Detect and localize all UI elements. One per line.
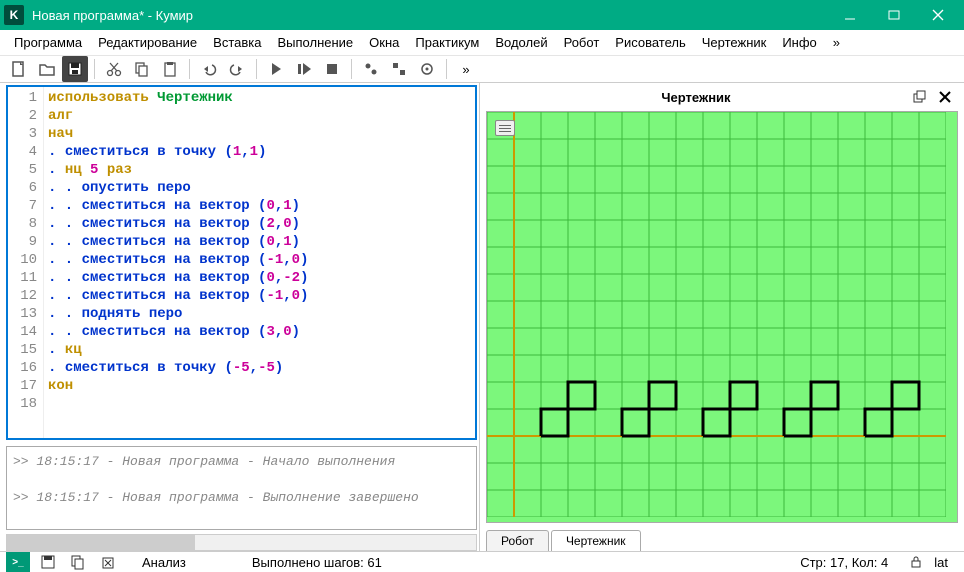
drawing-canvas[interactable] [487, 112, 957, 522]
step-icon[interactable] [291, 56, 317, 82]
canvas-menu-icon[interactable] [495, 120, 515, 136]
save-file-icon[interactable] [62, 56, 88, 82]
horizontal-scrollbar[interactable] [6, 534, 477, 551]
menu-item-5[interactable]: Практикум [407, 30, 487, 56]
actor2-icon[interactable] [386, 56, 412, 82]
menu-item-4[interactable]: Окна [361, 30, 407, 56]
console-output[interactable]: >> 18:15:17 - Новая программа - Начало в… [6, 446, 477, 530]
actor1-icon[interactable] [358, 56, 384, 82]
status-lock-icon[interactable] [904, 552, 928, 572]
status-bar: >_ Анализ Выполнено шагов: 61 Стр: 17, К… [0, 551, 964, 572]
title-bar: K Новая программа* - Кумир [0, 0, 964, 30]
undo-icon[interactable] [196, 56, 222, 82]
app-icon: K [4, 5, 24, 25]
code-editor[interactable]: 123456789101112131415161718 использовать… [6, 85, 477, 440]
menu-item-0[interactable]: Программа [6, 30, 90, 56]
status-steps: Выполнено шагов: 61 [252, 555, 382, 570]
open-file-icon[interactable] [34, 56, 60, 82]
panel-detach-icon[interactable] [908, 86, 930, 108]
status-copy-icon[interactable] [66, 552, 90, 572]
menu-bar: ПрограммаРедактированиеВставкаВыполнение… [0, 30, 964, 56]
menu-item-1[interactable]: Редактирование [90, 30, 205, 56]
menu-item-7[interactable]: Робот [556, 30, 608, 56]
panel-title: Чертежник [488, 90, 904, 105]
status-save-icon[interactable] [36, 552, 60, 572]
run-icon[interactable] [263, 56, 289, 82]
status-layout: lat [934, 555, 948, 570]
main-area: 123456789101112131415161718 использовать… [0, 83, 964, 551]
menu-item-8[interactable]: Рисователь [607, 30, 693, 56]
drawing-canvas-wrap [486, 111, 958, 523]
new-file-icon[interactable] [6, 56, 32, 82]
status-cursor-pos: Стр: 17, Кол: 4 [800, 555, 888, 570]
close-button[interactable] [916, 0, 960, 30]
right-pane: Чертежник РоботЧертежник [480, 83, 964, 551]
minimize-button[interactable] [828, 0, 872, 30]
status-analysis[interactable]: Анализ [142, 555, 186, 570]
toolbar: » [0, 56, 964, 83]
stop-icon[interactable] [319, 56, 345, 82]
menu-item-6[interactable]: Водолей [487, 30, 555, 56]
panel-header: Чертежник [480, 83, 964, 111]
tab-Чертежник[interactable]: Чертежник [551, 530, 641, 551]
left-pane: 123456789101112131415161718 использовать… [0, 83, 480, 551]
actor3-icon[interactable] [414, 56, 440, 82]
menu-item-3[interactable]: Выполнение [269, 30, 361, 56]
redo-icon[interactable] [224, 56, 250, 82]
menu-item-9[interactable]: Чертежник [694, 30, 775, 56]
editor-body[interactable]: использовать Чертежникалгнач. сместиться… [44, 87, 475, 438]
tab-Робот[interactable]: Робот [486, 530, 549, 551]
window-title: Новая программа* - Кумир [32, 8, 828, 23]
menu-item-10[interactable]: Инфо [774, 30, 824, 56]
maximize-button[interactable] [872, 0, 916, 30]
panel-close-icon[interactable] [934, 86, 956, 108]
cut-icon[interactable] [101, 56, 127, 82]
status-clear-icon[interactable] [96, 552, 120, 572]
copy-icon[interactable] [129, 56, 155, 82]
canvas-tabs: РоботЧертежник [480, 527, 964, 551]
menu-item-11[interactable]: » [825, 30, 848, 56]
paste-icon[interactable] [157, 56, 183, 82]
menu-item-2[interactable]: Вставка [205, 30, 269, 56]
editor-gutter: 123456789101112131415161718 [8, 87, 44, 438]
toolbar-overflow-icon[interactable]: » [453, 56, 479, 82]
status-terminal-icon[interactable]: >_ [6, 552, 30, 572]
